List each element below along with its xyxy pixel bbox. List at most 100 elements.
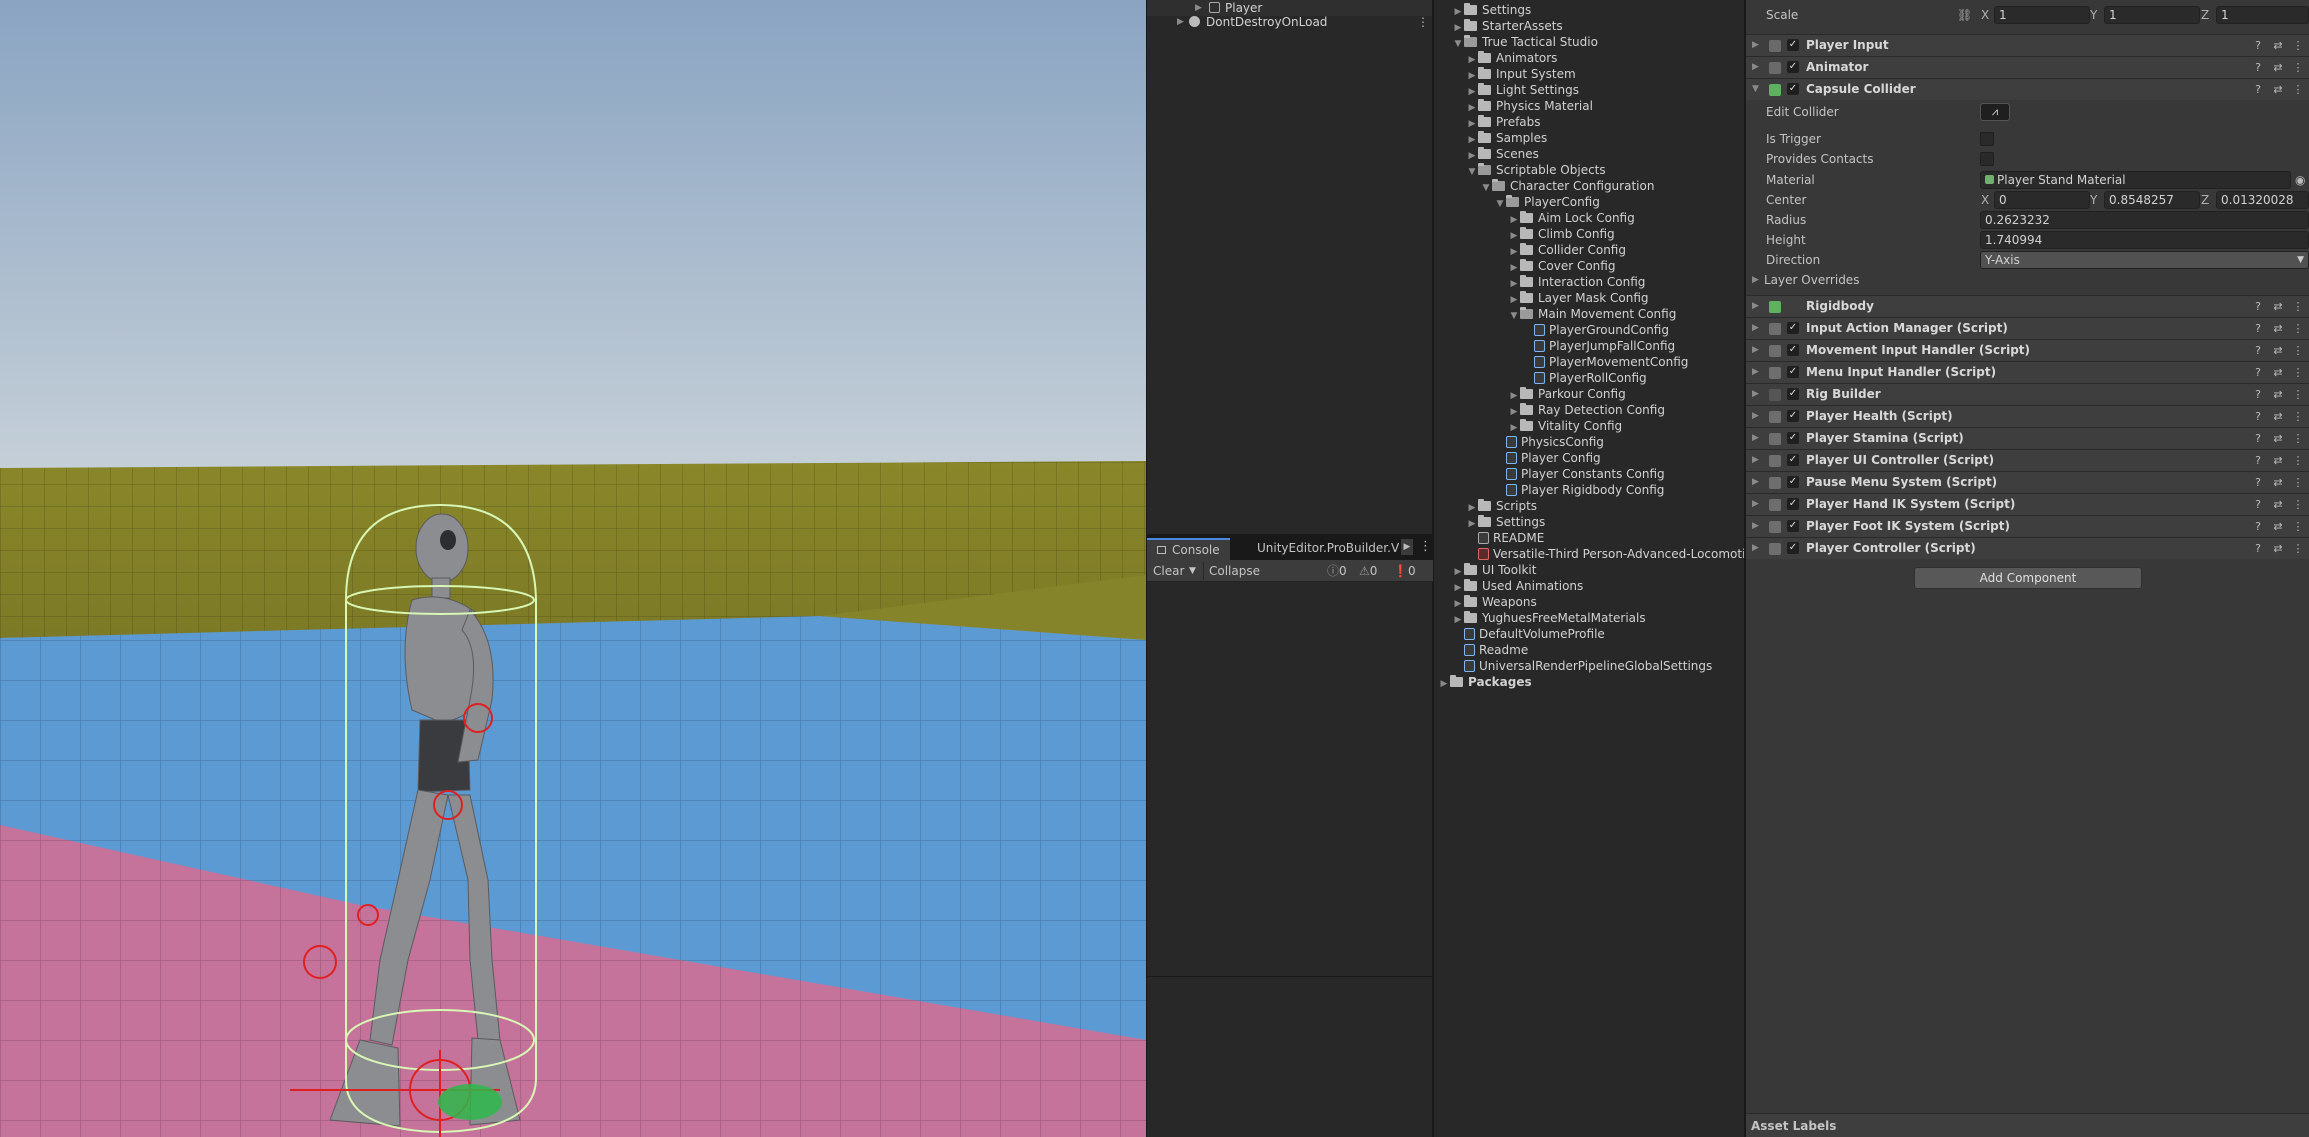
enabled-checkbox[interactable]: ✓ — [1787, 432, 1799, 444]
help-icon[interactable]: ? — [2251, 428, 2265, 449]
console-panel[interactable]: Console UnityEditor.ProBuilder.V ▶ ⋮ Cle… — [1147, 534, 1433, 1137]
project-item[interactable]: ▶ Parkour Config — [1508, 386, 1626, 402]
presets-icon[interactable]: ⇄ — [2271, 494, 2285, 515]
radius-field[interactable]: 0.2623232 — [1980, 211, 2309, 229]
direction-dropdown[interactable]: Y-Axis ▼ — [1980, 251, 2309, 269]
project-item[interactable]: ▶ Settings — [1452, 2, 1531, 18]
project-item[interactable]: ▶ Animators — [1466, 50, 1557, 66]
component-header[interactable]: ▶ ✓ Player UI Controller (Script)? ⇄ ⋮ — [1746, 449, 2309, 471]
expand-arrow-icon[interactable]: ▶ — [1752, 340, 1759, 361]
presets-icon[interactable]: ⇄ — [2271, 318, 2285, 339]
expand-arrow-icon[interactable]: ▶ — [1752, 35, 1759, 56]
height-field[interactable]: 1.740994 — [1980, 231, 2309, 249]
collapse-toggle[interactable]: Collapse — [1209, 562, 1260, 580]
more-options-icon[interactable]: ⋮ — [2291, 35, 2305, 56]
help-icon[interactable]: ? — [2251, 79, 2265, 100]
project-item[interactable]: ▶ Input System — [1466, 66, 1576, 82]
project-item[interactable]: Versatile-Third Person-Advanced-Locomoti — [1466, 546, 1744, 562]
component-header[interactable]: ▶ ✓ Input Action Manager (Script)? ⇄ ⋮ — [1746, 317, 2309, 339]
more-options-icon[interactable]: ⋮ — [2291, 296, 2305, 317]
project-item[interactable]: ▶ Ray Detection Config — [1508, 402, 1665, 418]
expand-arrow-icon[interactable]: ▶ — [1752, 450, 1759, 471]
more-options-icon[interactable]: ⋮ — [1417, 14, 1429, 30]
more-options-icon[interactable]: ⋮ — [1419, 539, 1432, 554]
project-item[interactable]: Player Constants Config — [1494, 466, 1665, 482]
project-item[interactable]: ▶ Aim Lock Config — [1508, 210, 1635, 226]
project-item[interactable]: ▶ Settings — [1466, 514, 1545, 530]
help-icon[interactable]: ? — [2251, 35, 2265, 56]
more-options-icon[interactable]: ⋮ — [2291, 450, 2305, 471]
enabled-checkbox[interactable]: ✓ — [1787, 83, 1799, 95]
more-options-icon[interactable]: ⋮ — [2291, 57, 2305, 78]
component-header[interactable]: ▶ Rigidbody? ⇄ ⋮ — [1746, 295, 2309, 317]
expand-arrow-icon[interactable]: ▶ — [1752, 384, 1759, 405]
project-item[interactable]: ▶ Interaction Config — [1508, 274, 1645, 290]
presets-icon[interactable]: ⇄ — [2271, 57, 2285, 78]
enabled-checkbox[interactable]: ✓ — [1787, 322, 1799, 334]
help-icon[interactable]: ? — [2251, 450, 2265, 471]
enabled-checkbox[interactable]: ✓ — [1787, 454, 1799, 466]
error-filter-toggle[interactable]: ❗0 — [1393, 562, 1416, 580]
presets-icon[interactable]: ⇄ — [2271, 516, 2285, 537]
more-options-icon[interactable]: ⋮ — [2291, 516, 2305, 537]
project-item[interactable]: ▼ True Tactical Studio — [1452, 34, 1598, 50]
project-item[interactable]: Player Config — [1494, 450, 1601, 466]
expand-arrow-icon[interactable]: ▶ — [1177, 14, 1184, 30]
component-header[interactable]: ▶ ✓ Player Input? ⇄ ⋮ — [1746, 34, 2309, 56]
component-header[interactable]: ▶ ✓ Rig Builder? ⇄ ⋮ — [1746, 383, 2309, 405]
collapse-arrow-icon[interactable]: ▼ — [1494, 196, 1506, 212]
component-header[interactable]: ▶ ✓ Player Controller (Script)? ⇄ ⋮ — [1746, 537, 2309, 559]
expand-arrow-icon[interactable]: ▶ — [1752, 494, 1759, 515]
clear-options-dropdown-icon[interactable]: ▼ — [1189, 562, 1196, 580]
inspector-panel[interactable]: Scale ⛓ X 1 Y 1 Z 1 ▶ ✓ Player Input? ⇄ ⋮ ▶ ✓ A… — [1746, 0, 2309, 1137]
center-x-field[interactable]: 0 — [1994, 191, 2090, 209]
project-item[interactable]: README — [1466, 530, 1544, 546]
enabled-checkbox[interactable]: ✓ — [1787, 344, 1799, 356]
enabled-checkbox[interactable]: ✓ — [1787, 498, 1799, 510]
project-item[interactable]: ▼ PlayerConfig — [1494, 194, 1600, 210]
enabled-checkbox[interactable]: ✓ — [1787, 388, 1799, 400]
edit-collider-button[interactable]: ⩘ — [1980, 103, 2010, 121]
more-options-icon[interactable]: ⋮ — [2291, 384, 2305, 405]
component-header[interactable]: ▶ ✓ Player Hand IK System (Script)? ⇄ ⋮ — [1746, 493, 2309, 515]
help-icon[interactable]: ? — [2251, 362, 2265, 383]
scale-z-field[interactable]: 1 — [2216, 6, 2309, 24]
project-item[interactable]: ▶ YughuesFreeMetalMaterials — [1452, 610, 1646, 626]
project-item[interactable]: ▶ Collider Config — [1508, 242, 1626, 258]
hierarchy-row-dontdestroyonload[interactable]: ▶ DontDestroyOnLoad ⋮ — [1147, 14, 1432, 30]
project-item[interactable]: PlayerMovementConfig — [1522, 354, 1688, 370]
help-icon[interactable]: ? — [2251, 538, 2265, 559]
presets-icon[interactable]: ⇄ — [2271, 296, 2285, 317]
hierarchy-panel[interactable]: ▶ Player ▶ DontDestroyOnLoad ⋮ — [1147, 0, 1433, 534]
project-item[interactable]: ▼ Main Movement Config — [1508, 306, 1676, 322]
expand-arrow-icon[interactable]: ▶ — [1752, 516, 1759, 537]
is-trigger-checkbox[interactable] — [1980, 132, 1994, 146]
scale-y-field[interactable]: 1 — [2104, 6, 2200, 24]
more-options-icon[interactable]: ⋮ — [2291, 79, 2305, 100]
help-icon[interactable]: ? — [2251, 494, 2265, 515]
collapse-arrow-icon[interactable]: ▼ — [1752, 79, 1759, 100]
help-icon[interactable]: ? — [2251, 57, 2265, 78]
more-options-icon[interactable]: ⋮ — [2291, 428, 2305, 449]
asset-labels-section[interactable]: Asset Labels — [1746, 1113, 2309, 1137]
project-item[interactable]: ▶ Cover Config — [1508, 258, 1615, 274]
project-item[interactable]: UniversalRenderPipelineGlobalSettings — [1452, 658, 1712, 674]
warning-filter-toggle[interactable]: ⚠0 — [1359, 562, 1377, 580]
presets-icon[interactable]: ⇄ — [2271, 450, 2285, 471]
help-icon[interactable]: ? — [2251, 406, 2265, 427]
project-item[interactable]: ▶ Vitality Config — [1508, 418, 1622, 434]
project-item[interactable]: ▶ Prefabs — [1466, 114, 1541, 130]
more-options-icon[interactable]: ⋮ — [2291, 318, 2305, 339]
help-icon[interactable]: ? — [2251, 472, 2265, 493]
layer-overrides-row[interactable]: ▶ Layer Overrides — [1746, 269, 2309, 291]
project-item[interactable]: ▶ Weapons — [1452, 594, 1537, 610]
presets-icon[interactable]: ⇄ — [2271, 384, 2285, 405]
expand-arrow-icon[interactable]: ▶ — [1752, 406, 1759, 427]
expand-arrow-icon[interactable]: ▶ — [1752, 362, 1759, 383]
enabled-checkbox[interactable]: ✓ — [1787, 366, 1799, 378]
console-detail-divider[interactable] — [1147, 976, 1433, 977]
more-options-icon[interactable]: ⋮ — [2291, 472, 2305, 493]
project-item[interactable]: ▶ Used Animations — [1452, 578, 1583, 594]
more-options-icon[interactable]: ⋮ — [2291, 340, 2305, 361]
presets-icon[interactable]: ⇄ — [2271, 340, 2285, 361]
